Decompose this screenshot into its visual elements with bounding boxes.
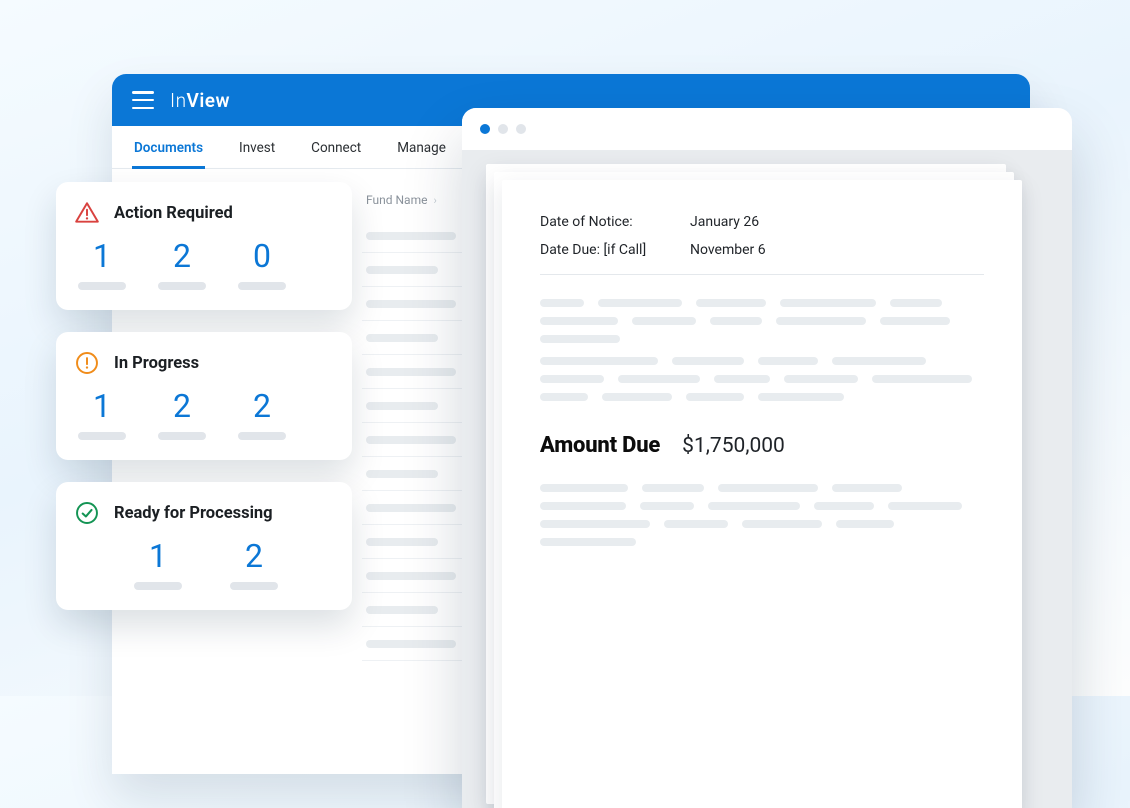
stat: 1 bbox=[78, 240, 126, 290]
tab-invest[interactable]: Invest bbox=[237, 126, 277, 168]
document-window: Date of Notice: January 26 Date Due: [if… bbox=[462, 108, 1072, 808]
stat: 0 bbox=[238, 240, 286, 290]
doc-field-label: Date of Notice: bbox=[540, 214, 662, 230]
menu-icon[interactable] bbox=[132, 91, 154, 109]
brand-prefix: In bbox=[170, 89, 187, 112]
doc-field: Date of Notice: January 26 bbox=[540, 214, 984, 230]
paragraph-placeholder bbox=[540, 299, 984, 343]
paragraph-placeholder bbox=[540, 357, 984, 401]
amount-due-label: Amount Due bbox=[540, 433, 660, 458]
tab-documents[interactable]: Documents bbox=[132, 126, 205, 168]
window-dot bbox=[516, 124, 526, 134]
stat: 2 bbox=[158, 240, 206, 290]
paragraph-placeholder bbox=[540, 484, 984, 546]
document-titlebar bbox=[462, 108, 1072, 150]
doc-field-label: Date Due: [if Call] bbox=[540, 242, 662, 258]
brand-suffix: View bbox=[187, 89, 231, 112]
card-title: In Progress bbox=[114, 354, 199, 373]
stat: 1 bbox=[78, 390, 126, 440]
card-title: Ready for Processing bbox=[114, 504, 273, 523]
check-circle-icon bbox=[74, 500, 100, 526]
stat: 2 bbox=[158, 390, 206, 440]
stat: 2 bbox=[238, 390, 286, 440]
card-action-required[interactable]: Action Required 1 2 0 bbox=[56, 182, 352, 310]
doc-field-value: November 6 bbox=[690, 242, 766, 258]
card-title: Action Required bbox=[114, 204, 233, 223]
stat: 2 bbox=[230, 540, 278, 590]
alert-circle-icon bbox=[74, 350, 100, 376]
divider bbox=[540, 274, 984, 275]
card-in-progress[interactable]: In Progress 1 2 2 bbox=[56, 332, 352, 460]
stat: 1 bbox=[134, 540, 182, 590]
card-ready-for-processing[interactable]: Ready for Processing 1 2 bbox=[56, 482, 352, 610]
chevron-right-icon: › bbox=[433, 194, 436, 207]
window-dot-active bbox=[480, 124, 490, 134]
tab-connect[interactable]: Connect bbox=[309, 126, 363, 168]
doc-field: Date Due: [if Call] November 6 bbox=[540, 242, 984, 258]
warning-triangle-icon bbox=[74, 200, 100, 226]
amount-due-row: Amount Due $1,750,000 bbox=[540, 433, 984, 458]
status-cards: Action Required 1 2 0 In Progress 1 2 2 bbox=[56, 182, 352, 610]
tab-manage[interactable]: Manage bbox=[395, 126, 448, 168]
app-brand: InView bbox=[170, 89, 230, 112]
amount-due-value: $1,750,000 bbox=[682, 434, 785, 458]
window-dot bbox=[498, 124, 508, 134]
document-page: Date of Notice: January 26 Date Due: [if… bbox=[502, 180, 1022, 808]
doc-field-value: January 26 bbox=[690, 214, 759, 230]
